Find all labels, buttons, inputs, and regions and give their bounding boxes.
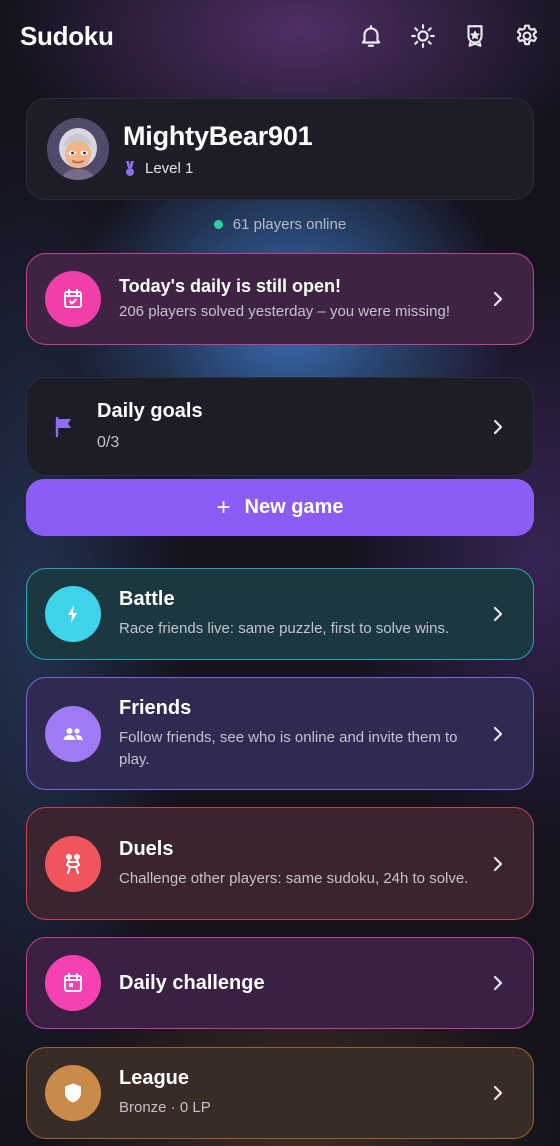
app-title: Sudoku: [20, 20, 114, 51]
new-game-button[interactable]: + New game: [26, 479, 534, 536]
calendar-icon: [45, 955, 101, 1011]
online-dot-icon: [213, 220, 223, 229]
level-label: Level 1: [145, 160, 194, 177]
flag-icon: [55, 416, 71, 437]
friends-text: Friends Follow friends, see who is onlin…: [119, 697, 533, 771]
avatar[interactable]: [47, 118, 109, 180]
wrestling-icon: [45, 835, 101, 892]
duels-title: Duels: [119, 837, 174, 860]
level-row: Level 1: [123, 160, 312, 177]
medal-icon: [126, 160, 134, 176]
profile-info: MightyBear901 Level 1: [123, 121, 313, 177]
chevron-right-icon: [493, 1085, 503, 1101]
mode-daily-challenge[interactable]: Daily challenge: [26, 937, 534, 1029]
award-icon[interactable]: [456, 17, 494, 55]
duels-subtitle: Challenge other players: same sudoku, 24…: [119, 869, 469, 887]
username: MightyBear901: [123, 121, 313, 151]
top-bar: Sudoku: [0, 0, 560, 72]
shield-icon: [45, 1065, 101, 1121]
daily-goals-text: Daily goals 0/3: [97, 400, 263, 454]
bolt-icon: [45, 586, 101, 642]
duels-text: Duels Challenge other players: same sudo…: [119, 838, 528, 890]
mode-battle[interactable]: Battle Race friends live: same puzzle, f…: [26, 568, 534, 660]
bell-icon[interactable]: [352, 17, 390, 55]
top-actions: [352, 17, 546, 55]
daily-open-subtitle: 206 players solved yesterday – you were …: [119, 302, 450, 320]
mode-duels[interactable]: Duels Challenge other players: same sudo…: [26, 807, 534, 920]
chevron-right-icon: [493, 856, 503, 871]
battle-title: Battle: [119, 588, 175, 610]
new-game-label: New game: [244, 496, 344, 518]
sun-icon[interactable]: [404, 17, 442, 55]
league-title: League: [119, 1067, 190, 1089]
online-count: 61 players online: [232, 216, 347, 233]
chevron-right-icon: [493, 975, 503, 991]
daily-open-text: Today's daily is still open! 206 players…: [119, 276, 510, 323]
friends-subtitle: Follow friends, see who is online and in…: [119, 728, 458, 768]
chevron-right-icon: [493, 606, 503, 622]
chevron-right-icon: [493, 291, 503, 307]
daily-goals-title: Daily goals: [97, 399, 203, 422]
daily-open-banner[interactable]: Today's daily is still open! 206 players…: [26, 253, 534, 345]
daily-open-title: Today's daily is still open!: [119, 275, 341, 296]
plus-icon: +: [216, 493, 231, 521]
daily-goals-card[interactable]: Daily goals 0/3: [26, 377, 534, 476]
profile-card[interactable]: MightyBear901 Level 1: [26, 98, 534, 200]
battle-subtitle: Race friends live: same puzzle, first to…: [119, 620, 450, 637]
daily-goals-progress: 0/3: [97, 433, 120, 451]
league-subtitle: Bronze · 0 LP: [119, 1099, 211, 1116]
friends-title: Friends: [119, 696, 192, 719]
online-status: 61 players online: [0, 216, 560, 233]
calendar-check-icon: [45, 271, 101, 327]
mode-friends[interactable]: Friends Follow friends, see who is onlin…: [26, 677, 534, 790]
league-text: League Bronze · 0 LP: [119, 1067, 271, 1119]
people-icon: [45, 705, 101, 762]
daily-challenge-title: Daily challenge: [119, 971, 265, 994]
daily-challenge-text: Daily challenge: [119, 972, 325, 995]
gear-icon[interactable]: [508, 17, 546, 55]
battle-text: Battle Race friends live: same puzzle, f…: [119, 588, 509, 640]
chevron-right-icon: [493, 726, 503, 741]
mode-league[interactable]: League Bronze · 0 LP: [26, 1047, 534, 1139]
chevron-right-icon: [493, 419, 503, 434]
